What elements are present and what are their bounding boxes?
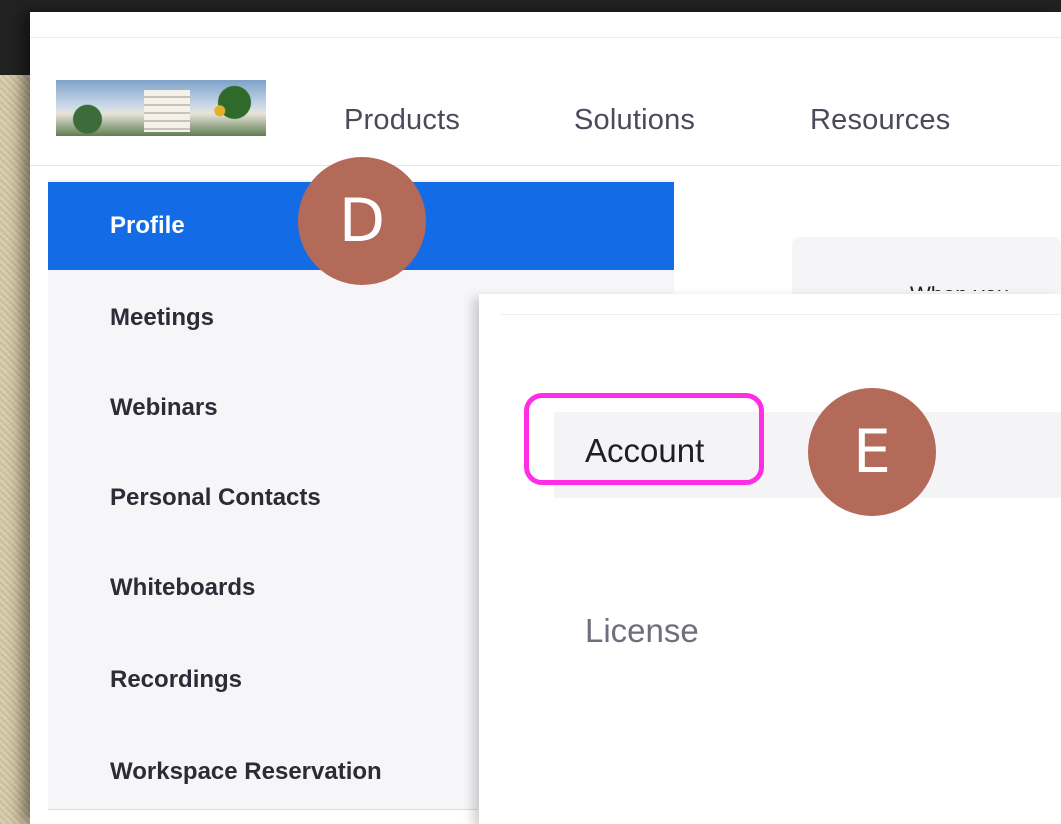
nav-solutions-link[interactable]: Solutions	[574, 104, 695, 137]
account-highlight-box	[524, 393, 764, 485]
sidebar-item-label: Webinars	[110, 394, 218, 421]
annotation-marker-e: E	[808, 388, 936, 516]
account-dropdown-menu: Account License	[479, 294, 1061, 824]
nav-resources-link[interactable]: Resources	[810, 104, 950, 137]
sidebar-item-label: Personal Contacts	[110, 484, 321, 511]
site-logo[interactable]	[56, 80, 266, 136]
sidebar-item-label: Meetings	[110, 304, 215, 331]
sidebar-item-label: Recordings	[110, 666, 243, 693]
sidebar-item-label: Whiteboards	[110, 574, 256, 601]
sidebar-divider	[48, 809, 478, 810]
logo-building-image	[144, 90, 190, 132]
sidebar-item-label: Profile	[110, 212, 185, 239]
desktop-background	[0, 75, 30, 824]
dropdown-item-license[interactable]: License	[585, 612, 699, 650]
top-navigation: Products Solutions Resources	[30, 37, 1061, 178]
nav-divider	[30, 165, 1061, 166]
annotation-marker-d: D	[298, 157, 426, 285]
dropdown-divider	[501, 314, 1061, 315]
sidebar-item-label: Workspace Reservation	[110, 758, 382, 785]
content-text: When you	[910, 277, 1061, 291]
nav-products-link[interactable]: Products	[344, 104, 460, 137]
